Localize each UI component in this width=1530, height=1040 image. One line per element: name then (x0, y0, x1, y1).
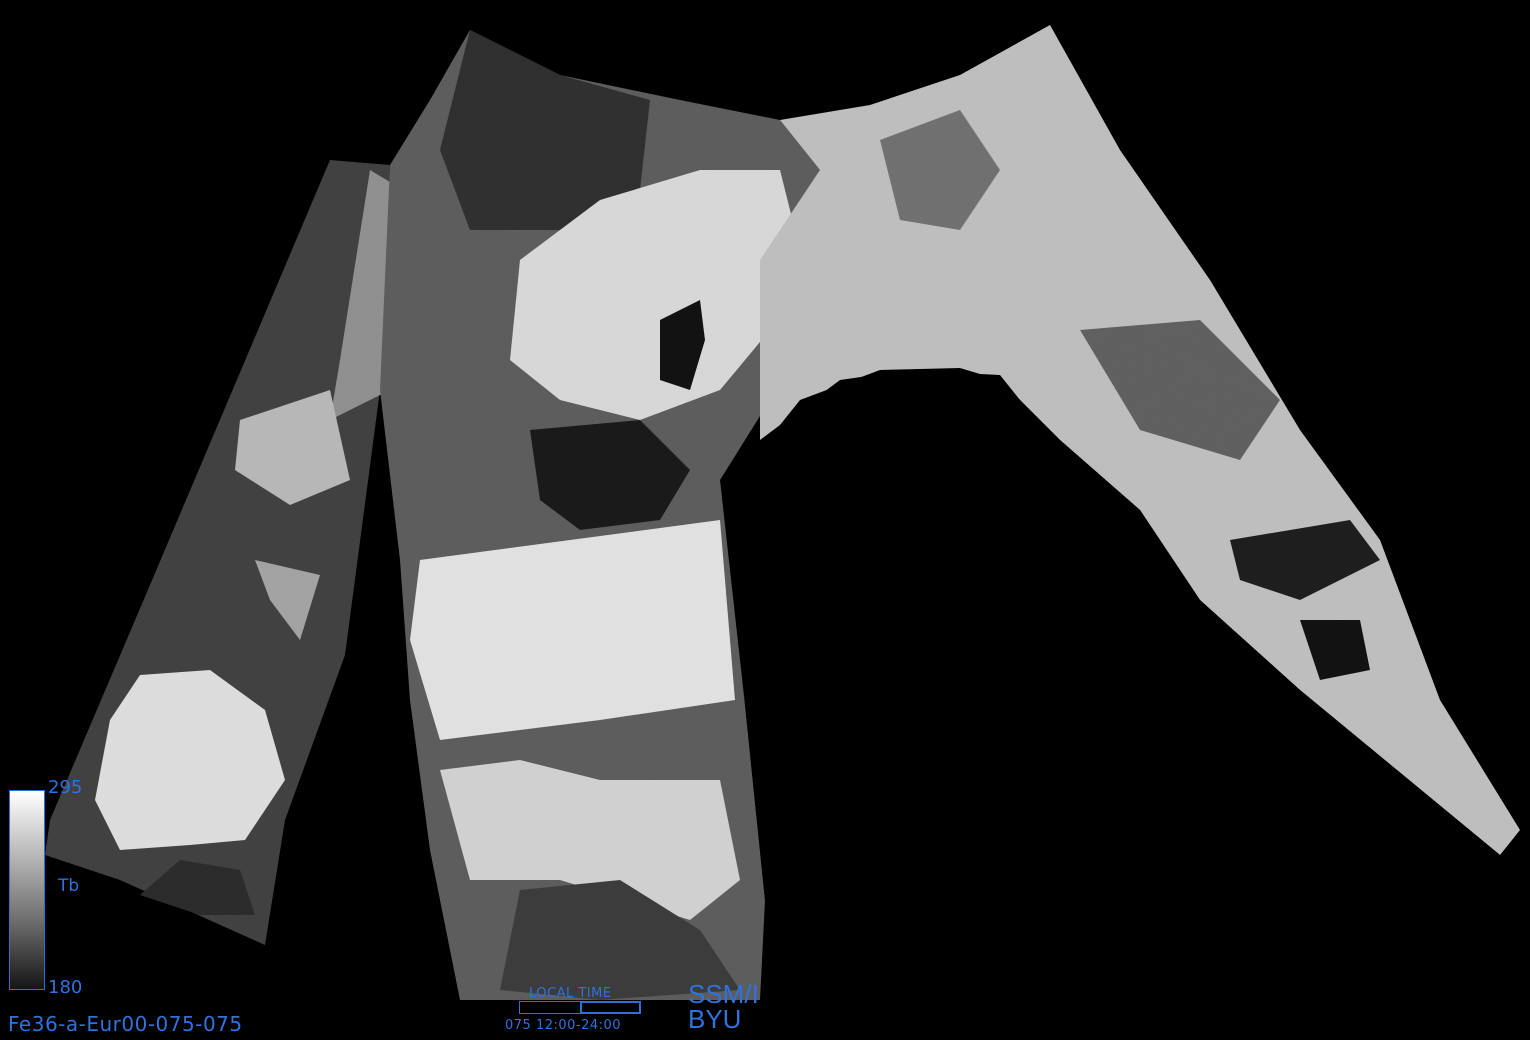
local-time-bar-fill (580, 1001, 641, 1014)
colorbar-gradient (9, 790, 45, 990)
colorbar-variable-label: Tb (58, 876, 80, 896)
institution-name: BYU (688, 1003, 742, 1034)
colorbar-min-label: 180 (48, 977, 83, 998)
local-time-title: LOCAL TIME (529, 986, 612, 1001)
sensor-name: SSM/I (688, 979, 759, 1009)
product-id-label: Fe36-a-Eur00-075-075 (8, 1012, 243, 1036)
colorbar-max-label: 295 (48, 777, 83, 798)
local-time-range: 075 12:00-24:00 (505, 1018, 622, 1033)
sensor-credit: SSM/I BYU (688, 979, 759, 1034)
brightness-temperature-map (0, 0, 1530, 1040)
